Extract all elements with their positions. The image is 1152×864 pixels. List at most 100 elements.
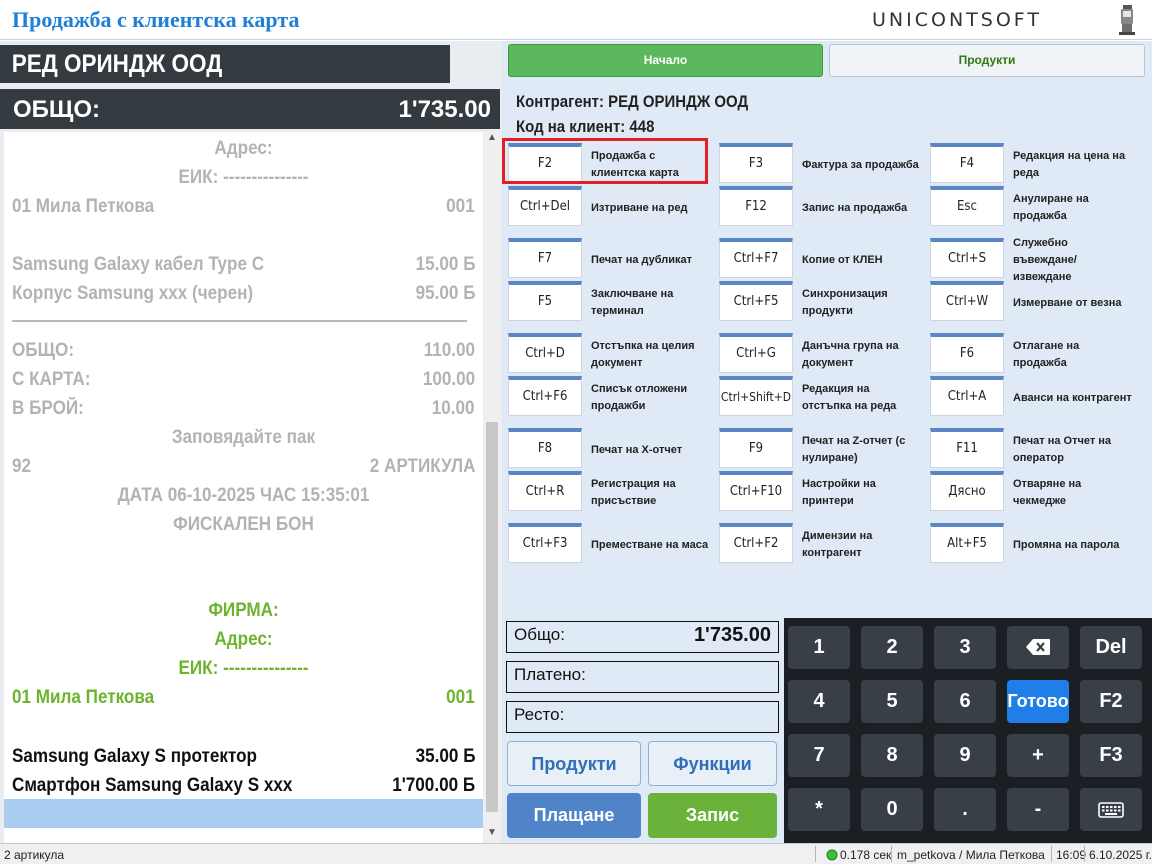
numpad-key-f3[interactable]: F3 — [1080, 734, 1142, 777]
firm-label: ФИРМА: — [208, 600, 279, 621]
hotkey-label[interactable]: Отстъпка на целия документ — [591, 338, 711, 372]
products-button[interactable]: Продукти — [507, 741, 641, 786]
done-button[interactable]: Готово — [1007, 680, 1069, 723]
receipt-number: 92 — [12, 456, 32, 477]
hotkey-button[interactable]: Esc — [930, 186, 1004, 226]
hotkey-button[interactable]: Ctrl+F2 — [719, 523, 793, 563]
receipt-thanks: Заповядайте пак — [171, 427, 316, 448]
receipt-list[interactable]: Адрес: ЕИК: --------------- 01 Мила Петк… — [4, 132, 483, 843]
hotkey-button[interactable]: Дясно — [930, 471, 1004, 511]
hotkey-label[interactable]: Димензии на контрагент — [802, 528, 922, 562]
selected-row-highlight[interactable] — [4, 799, 483, 828]
hotkey-label[interactable]: Печат на Z-отчет (с нулиране) — [802, 433, 922, 467]
hotkey-label[interactable]: Синхронизация продукти — [802, 286, 922, 320]
receipt-scrollbar[interactable]: ▲ ▼ — [483, 132, 501, 843]
hotkey-button[interactable]: F4 — [930, 143, 1004, 183]
hotkey-label[interactable]: Копие от КЛЕН — [802, 252, 922, 269]
status-separator — [1084, 846, 1085, 862]
numpad-key-9[interactable]: 9 — [934, 734, 996, 777]
backspace-button[interactable] — [1007, 626, 1069, 669]
client-name: РЕД ОРИНДЖ ООД — [0, 45, 450, 83]
hotkey-label[interactable]: Редакция на цена на реда — [1013, 148, 1133, 182]
hotkey-label[interactable]: Отваряне на чекмедже — [1013, 476, 1133, 510]
receipt-operator: 01 Мила Петкова — [12, 196, 155, 217]
numpad-key-multiply[interactable]: * — [788, 788, 850, 831]
hotkey-button[interactable]: Ctrl+F10 — [719, 471, 793, 511]
hotkey-label[interactable]: Заключване на терминал — [591, 286, 711, 320]
hotkey-button[interactable]: F11 — [930, 428, 1004, 468]
save-button[interactable]: Запис — [648, 793, 777, 838]
pay-button[interactable]: Плащане — [507, 793, 641, 838]
numpad-key-2[interactable]: 2 — [861, 626, 923, 669]
hotkey-label[interactable]: Запис на продажба — [802, 200, 922, 217]
receipt-cash-label: В БРОЙ: — [12, 398, 84, 419]
hotkey-button[interactable]: Ctrl+Shift+D — [719, 376, 793, 416]
hotkey-label[interactable]: Фактура за продажба — [802, 157, 922, 174]
hotkey-button[interactable]: F8 — [508, 428, 582, 468]
hotkey-button[interactable]: Ctrl+F7 — [719, 238, 793, 278]
sale-item-name[interactable]: Samsung Galaxy S протектор — [12, 746, 257, 768]
numpad-key-4[interactable]: 4 — [788, 680, 850, 723]
numpad-key-6[interactable]: 6 — [934, 680, 996, 723]
hotkey-button[interactable]: Ctrl+F6 — [508, 376, 582, 416]
numpad-key-5[interactable]: 5 — [861, 680, 923, 723]
numpad-key-del[interactable]: Del — [1080, 626, 1142, 669]
numpad-key-7[interactable]: 7 — [788, 734, 850, 777]
hotkey-button[interactable]: Ctrl+G — [719, 333, 793, 373]
hotkey-button[interactable]: F9 — [719, 428, 793, 468]
hotkey-label[interactable]: Изтриване на ред — [591, 200, 711, 217]
hotkey-label[interactable]: Преместване на маса — [591, 537, 711, 554]
hotkey-label[interactable]: Регистрация на присъствие — [591, 476, 711, 510]
app-title: Продажба с клиентска карта — [12, 7, 300, 32]
hotkey-label[interactable]: Аванси на контрагент — [1013, 390, 1133, 407]
hotkey-label[interactable]: Редакция на отстъпка на реда — [802, 381, 922, 415]
hotkey-label[interactable]: Отлагане на продажба — [1013, 338, 1133, 372]
hotkey-button[interactable]: Ctrl+S — [930, 238, 1004, 278]
hotkey-button[interactable]: F12 — [719, 186, 793, 226]
sale-item-name[interactable]: Смартфон Samsung Galaxy S xxx — [12, 775, 292, 797]
hotkey-button[interactable]: Ctrl+D — [508, 333, 582, 373]
paid-field[interactable]: Платено: — [506, 661, 779, 693]
functions-button[interactable]: Функции — [648, 741, 777, 786]
hotkey-label[interactable]: Промяна на парола — [1013, 537, 1133, 554]
scroll-thumb[interactable] — [486, 422, 498, 812]
hotkey-button[interactable]: Ctrl+R — [508, 471, 582, 511]
hotkey-button[interactable]: Ctrl+F5 — [719, 281, 793, 321]
keyboard-button[interactable] — [1080, 788, 1142, 831]
hotkey-button[interactable]: F6 — [930, 333, 1004, 373]
hotkey-label[interactable]: Печат на Отчет на оператор — [1013, 433, 1133, 467]
scroll-up-arrow-icon[interactable]: ▲ — [483, 132, 501, 148]
numpad-key-0[interactable]: 0 — [861, 788, 923, 831]
numpad-key-plus[interactable]: + — [1007, 734, 1069, 777]
hotkey-button[interactable]: Ctrl+Del — [508, 186, 582, 226]
hotkey-label[interactable]: Списък отложени продажби — [591, 381, 711, 415]
numpad-key-8[interactable]: 8 — [861, 734, 923, 777]
tab-home[interactable]: Начало — [508, 44, 823, 77]
hotkey-button[interactable]: F5 — [508, 281, 582, 321]
numpad-key-dot[interactable]: . — [934, 788, 996, 831]
hotkey-label[interactable]: Анулиране на продажба — [1013, 191, 1133, 225]
sale-item-price: 1'700.00 Б — [392, 775, 475, 796]
hotkey-label[interactable]: Измерване от везна — [1013, 295, 1133, 312]
hotkey-button[interactable]: Ctrl+F3 — [508, 523, 582, 563]
receipt-divider — [12, 320, 467, 322]
hotkey-label[interactable]: Данъчна група на документ — [802, 338, 922, 372]
change-field[interactable]: Ресто: — [506, 701, 779, 733]
hotkey-button[interactable]: Ctrl+A — [930, 376, 1004, 416]
scroll-down-arrow-icon[interactable]: ▼ — [483, 827, 501, 843]
hotkey-button[interactable]: Alt+F5 — [930, 523, 1004, 563]
status-clock: 16:09 — [1056, 848, 1087, 862]
numpad-key-f2[interactable]: F2 — [1080, 680, 1142, 723]
hotkey-button[interactable]: F3 — [719, 143, 793, 183]
hotkey-button[interactable]: Ctrl+W — [930, 281, 1004, 321]
hotkey-label[interactable]: Настройки на принтери — [802, 476, 922, 510]
hotkey-label[interactable]: Печат на X-отчет — [591, 442, 711, 459]
hotkey-label[interactable]: Печат на дубликат — [591, 252, 711, 269]
firm-eik: ЕИК: --------------- — [178, 658, 309, 679]
hotkey-button[interactable]: F7 — [508, 238, 582, 278]
hotkey-label[interactable]: Служебно въвеждане/извеждане — [1013, 235, 1133, 286]
numpad-key-3[interactable]: 3 — [934, 626, 996, 669]
numpad-key-1[interactable]: 1 — [788, 626, 850, 669]
tab-products[interactable]: Продукти — [829, 44, 1145, 77]
numpad-key-minus[interactable]: - — [1007, 788, 1069, 831]
